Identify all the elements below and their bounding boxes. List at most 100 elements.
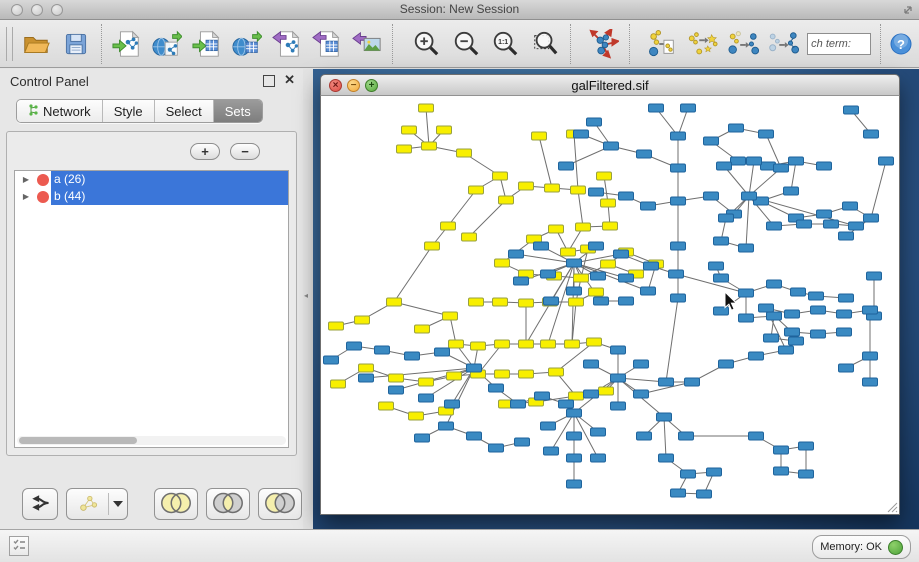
graph-node[interactable]	[493, 172, 508, 180]
graph-node[interactable]	[749, 432, 764, 440]
graph-node[interactable]	[379, 402, 394, 410]
graph-node[interactable]	[824, 220, 839, 228]
graph-node[interactable]	[519, 182, 534, 190]
graph-node[interactable]	[785, 310, 800, 318]
graph-node[interactable]	[671, 164, 686, 172]
graph-node[interactable]	[811, 330, 826, 338]
new-network-from-selection-button[interactable]	[643, 23, 683, 65]
task-history-button[interactable]	[9, 536, 29, 556]
expand-icon[interactable]	[902, 3, 914, 21]
graph-node[interactable]	[574, 274, 589, 282]
graph-node[interactable]	[864, 214, 879, 222]
graph-node[interactable]	[567, 287, 582, 295]
graph-node[interactable]	[425, 242, 440, 250]
tab-sets[interactable]: Sets	[214, 100, 262, 122]
graph-node[interactable]	[591, 428, 606, 436]
graph-node[interactable]	[519, 370, 534, 378]
graph-node[interactable]	[441, 222, 456, 230]
graph-node[interactable]	[355, 316, 370, 324]
graph-node[interactable]	[389, 374, 404, 382]
graph-node[interactable]	[541, 270, 556, 278]
graph-edge[interactable]	[426, 108, 429, 146]
export-network-button[interactable]	[267, 23, 307, 65]
graph-node[interactable]	[759, 130, 774, 138]
graph-edge[interactable]	[746, 196, 749, 248]
graph-node[interactable]	[611, 346, 626, 354]
graph-node[interactable]	[569, 298, 584, 306]
graph-node[interactable]	[532, 132, 547, 140]
graph-edge[interactable]	[394, 246, 432, 302]
graph-node[interactable]	[493, 298, 508, 306]
graph-node[interactable]	[774, 467, 789, 475]
graph-node[interactable]	[584, 360, 599, 368]
graph-node[interactable]	[597, 172, 612, 180]
graph-node[interactable]	[387, 298, 402, 306]
graph-node[interactable]	[634, 360, 649, 368]
graph-node[interactable]	[644, 262, 659, 270]
graph-node[interactable]	[671, 489, 686, 497]
graph-node[interactable]	[704, 137, 719, 145]
graph-node[interactable]	[447, 372, 462, 380]
graph-node[interactable]	[514, 277, 529, 285]
graph-node[interactable]	[843, 202, 858, 210]
union-sets-button[interactable]	[154, 488, 198, 520]
graph-edge[interactable]	[676, 274, 746, 293]
graph-node[interactable]	[347, 342, 362, 350]
graph-node[interactable]	[714, 307, 729, 315]
graph-node[interactable]	[419, 394, 434, 402]
graph-node[interactable]	[709, 262, 724, 270]
graph-node[interactable]	[849, 222, 864, 230]
graph-node[interactable]	[619, 297, 634, 305]
graph-node[interactable]	[791, 288, 806, 296]
graph-node[interactable]	[499, 196, 514, 204]
graph-node[interactable]	[817, 162, 832, 170]
import-network-file-button[interactable]	[107, 23, 147, 65]
import-table-web-button[interactable]	[227, 23, 267, 65]
graph-node[interactable]	[863, 378, 878, 386]
graph-node[interactable]	[844, 106, 859, 114]
graph-node[interactable]	[601, 260, 616, 268]
graph-node[interactable]	[397, 145, 412, 153]
zoom-fit-selected-button[interactable]	[525, 23, 565, 65]
graph-edge[interactable]	[666, 298, 678, 382]
open-session-button[interactable]	[16, 23, 56, 65]
graph-node[interactable]	[587, 338, 602, 346]
graph-node[interactable]	[545, 184, 560, 192]
graph-node[interactable]	[534, 242, 549, 250]
graph-node[interactable]	[509, 250, 524, 258]
graph-node[interactable]	[731, 157, 746, 165]
graph-node[interactable]	[739, 314, 754, 322]
difference-sets-button[interactable]	[258, 488, 302, 520]
create-set-from-network-button[interactable]	[66, 488, 128, 520]
graph-node[interactable]	[419, 104, 434, 112]
graph-edge[interactable]	[448, 190, 476, 226]
graph-node[interactable]	[576, 223, 591, 231]
graph-node[interactable]	[739, 289, 754, 297]
graph-node[interactable]	[671, 242, 686, 250]
graph-node[interactable]	[839, 364, 854, 372]
graph-node[interactable]	[657, 413, 672, 421]
graph-node[interactable]	[685, 378, 700, 386]
expand-triangle-icon[interactable]: ▶	[15, 175, 37, 184]
graph-node[interactable]	[729, 124, 744, 132]
graph-node[interactable]	[489, 384, 504, 392]
network-frame-window[interactable]: × − + galFiltered.sif	[320, 74, 900, 515]
split-set-button[interactable]	[22, 488, 58, 520]
graph-node[interactable]	[435, 348, 450, 356]
zoom-actual-size-button[interactable]: 1:1	[485, 23, 525, 65]
tab-network[interactable]: Network	[17, 100, 103, 122]
graph-node[interactable]	[389, 386, 404, 394]
graph-node[interactable]	[767, 222, 782, 230]
graph-node[interactable]	[811, 306, 826, 314]
graph-node[interactable]	[634, 390, 649, 398]
graph-node[interactable]	[457, 149, 472, 157]
graph-node[interactable]	[799, 442, 814, 450]
graph-node[interactable]	[704, 192, 719, 200]
close-panel-icon[interactable]: ✕	[284, 73, 295, 87]
remove-set-button[interactable]: −	[230, 143, 260, 160]
graph-node[interactable]	[405, 352, 420, 360]
graph-node[interactable]	[764, 334, 779, 342]
graph-node[interactable]	[519, 340, 534, 348]
graph-node[interactable]	[437, 126, 452, 134]
intersect-sets-button[interactable]	[206, 488, 250, 520]
